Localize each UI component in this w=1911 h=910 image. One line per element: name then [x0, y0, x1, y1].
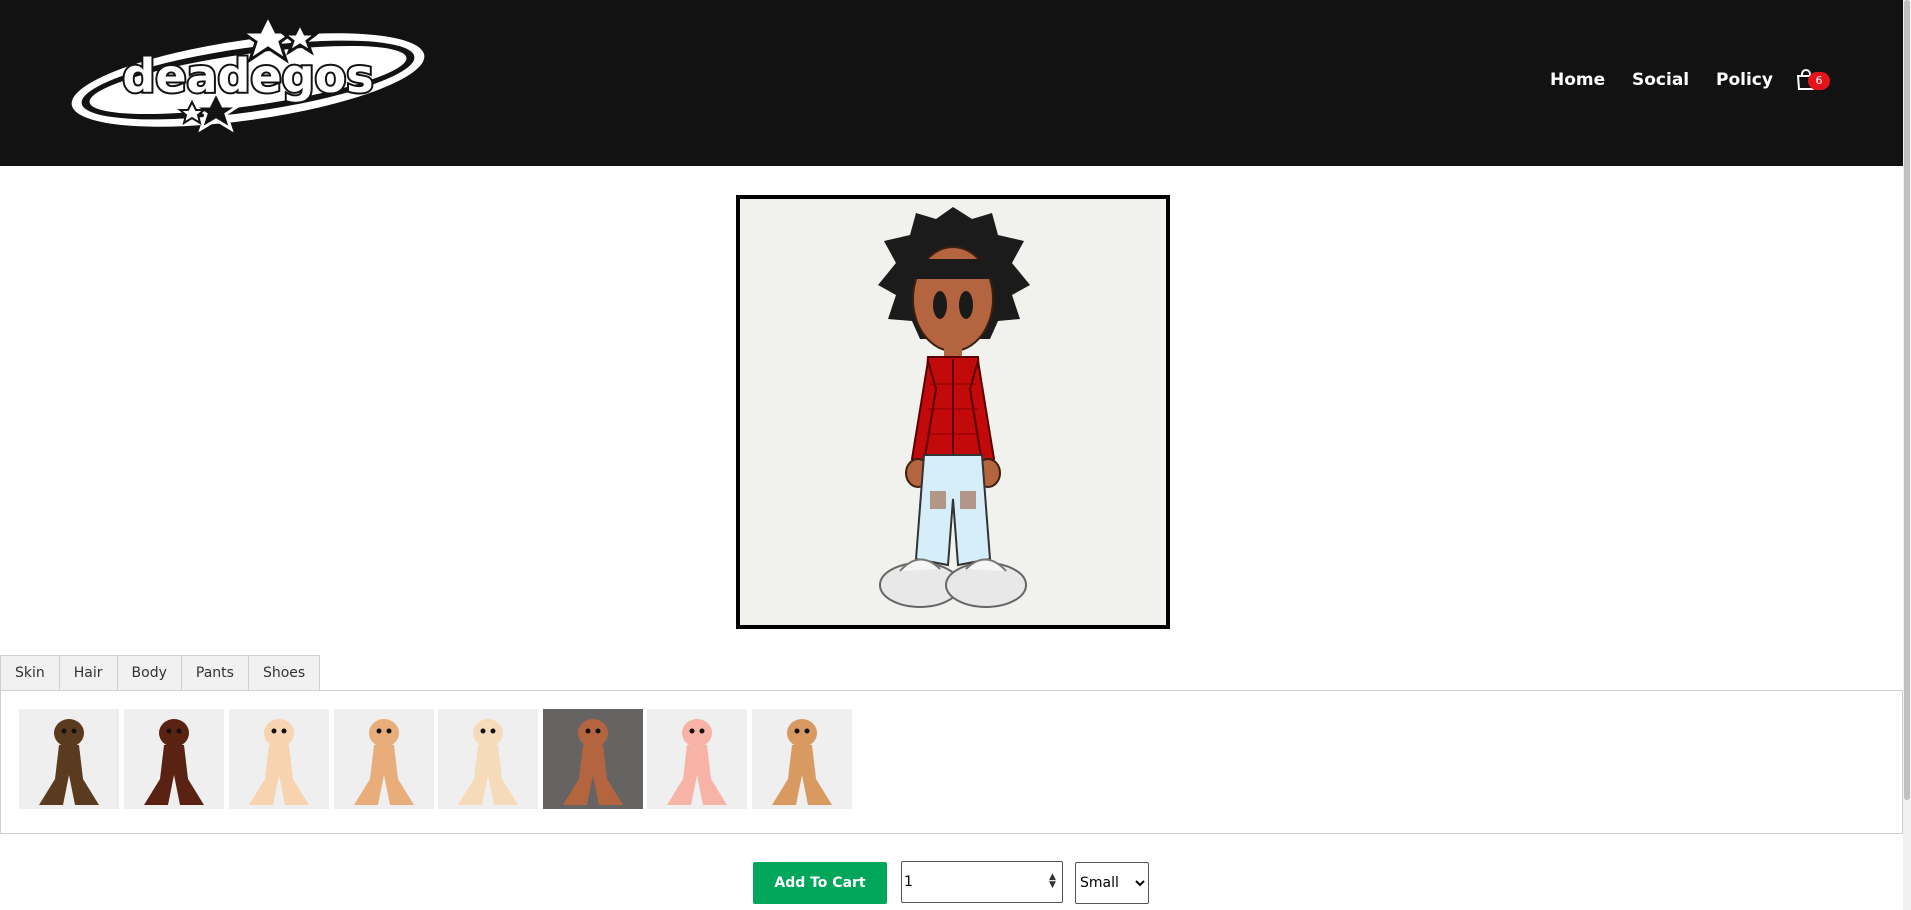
skin-figure-icon	[39, 719, 99, 805]
skin-swatch[interactable]	[19, 709, 119, 809]
quantity-spinner-icon[interactable]: ▲ ▼	[1049, 873, 1056, 890]
size-select[interactable]: Small	[1075, 862, 1149, 904]
skin-figure-icon	[354, 719, 414, 805]
nav-policy-link[interactable]: Policy	[1716, 70, 1773, 90]
character-illustration	[878, 207, 1030, 608]
skin-swatch[interactable]	[334, 709, 434, 809]
scrollbar-thumb[interactable]	[1904, 0, 1910, 800]
deadegos-logo[interactable]: deadegos	[68, 12, 440, 154]
skin-options-panel	[0, 690, 1903, 834]
customizer-tabs: Skin Hair Body Pants Shoes	[0, 655, 321, 691]
character-preview	[736, 195, 1170, 629]
tab-skin[interactable]: Skin	[0, 655, 59, 691]
nav-home-link[interactable]: Home	[1550, 70, 1605, 90]
nav-social-link[interactable]: Social	[1632, 70, 1689, 90]
skin-swatch[interactable]	[438, 709, 538, 809]
skin-swatch[interactable]	[229, 709, 329, 809]
skin-figure-icon	[144, 719, 204, 805]
skin-figure-icon	[563, 719, 623, 805]
tab-pants[interactable]: Pants	[180, 655, 248, 691]
cart-count-badge: 6	[1808, 72, 1830, 90]
skin-swatch[interactable]	[543, 709, 643, 809]
site-header: deadegos Home Social Policy 6	[0, 0, 1903, 166]
skin-figure-icon	[249, 719, 309, 805]
skin-swatch[interactable]	[752, 709, 852, 809]
add-to-cart-button[interactable]: Add To Cart	[753, 862, 887, 904]
skin-figure-icon	[458, 719, 518, 805]
skin-figure-icon	[667, 719, 727, 805]
tab-hair[interactable]: Hair	[58, 655, 117, 691]
skin-figure-icon	[772, 719, 832, 805]
tab-shoes[interactable]: Shoes	[247, 655, 321, 691]
tab-body[interactable]: Body	[116, 655, 181, 691]
logo-wordmark: deadegos	[122, 49, 373, 103]
quantity-input[interactable]	[901, 861, 1063, 903]
page-scrollbar[interactable]	[1903, 0, 1911, 910]
skin-swatch[interactable]	[647, 709, 747, 809]
skin-swatch[interactable]	[124, 709, 224, 809]
